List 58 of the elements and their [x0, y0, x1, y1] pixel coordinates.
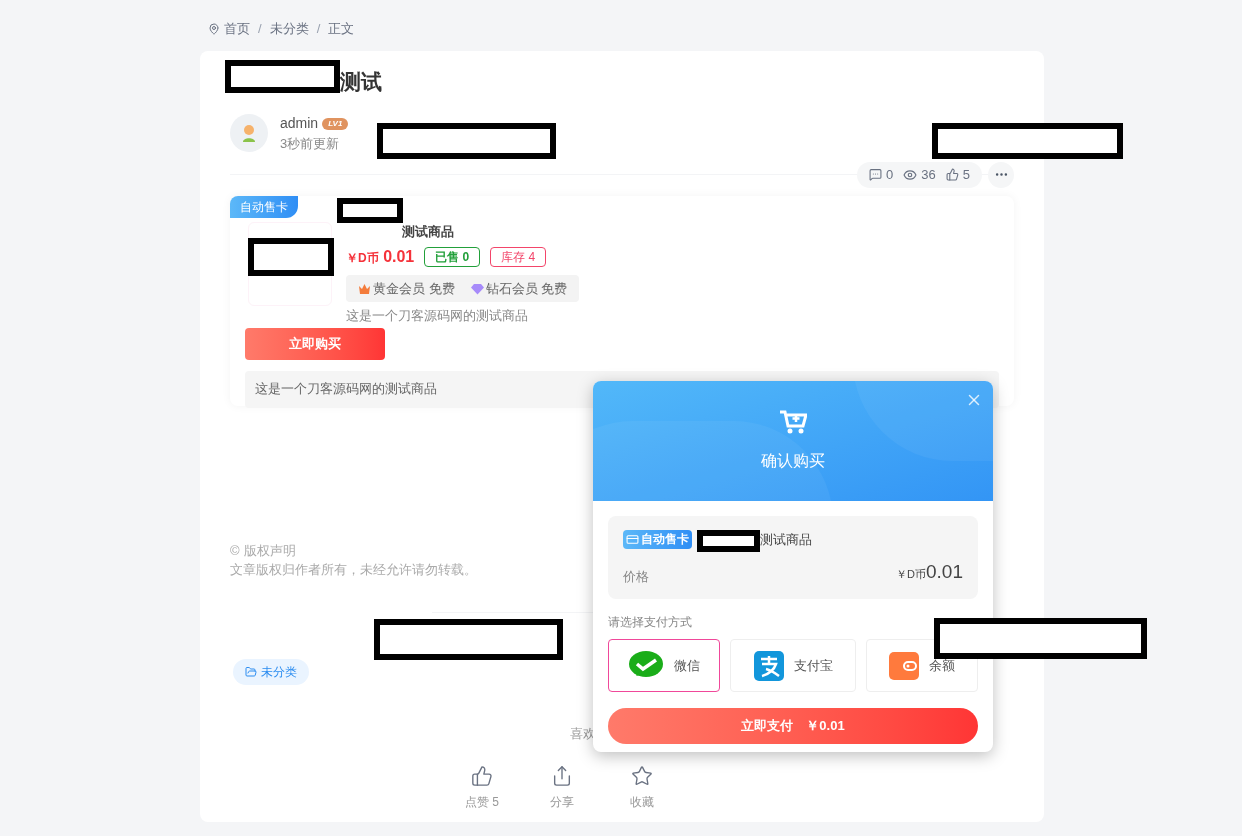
level-badge: LV1: [322, 117, 349, 130]
view-count: 36: [921, 165, 936, 184]
action-button[interactable]: 收藏: [622, 764, 662, 811]
product-name: 测试商品: [760, 531, 812, 549]
price-label: 价格: [623, 567, 649, 586]
payment-prompt: 请选择支付方式: [608, 615, 692, 629]
category-tag[interactable]: 未分类: [233, 658, 309, 685]
action-button[interactable]: 分享: [542, 764, 582, 811]
wallet-icon: [889, 651, 919, 680]
card-icon: [626, 533, 639, 547]
product-price: 0.01: [383, 248, 415, 265]
person-icon: [241, 124, 257, 143]
product-description: 这是一个刀客源码网的测试商品: [255, 380, 437, 399]
breadcrumb-link[interactable]: 首页: [224, 19, 250, 39]
cart-plus-icon: [779, 409, 807, 435]
pay-now-button[interactable]: 立即支付 ￥0.01: [608, 708, 978, 744]
payment-option[interactable]: 支付宝: [730, 639, 856, 692]
more-button[interactable]: [988, 161, 1014, 188]
redaction-box: [337, 198, 403, 223]
diamond-icon: [470, 282, 484, 295]
product-summary: 这是一个刀客源码网的测试商品: [346, 307, 529, 325]
thumbs-up-icon: [945, 168, 959, 181]
product-name: 测试商品: [401, 222, 455, 241]
crown-icon: [358, 282, 371, 295]
copyright-title: 版权声明: [243, 541, 296, 560]
eye-icon: [903, 167, 918, 182]
product-badge: 自动售卡: [230, 195, 298, 218]
copyright-text: 文章版权归作者所有，未经允许请勿转载。: [230, 561, 477, 579]
copyright-icon: ©: [230, 540, 240, 560]
like-count: 5: [962, 165, 970, 184]
share-icon: [551, 764, 573, 787]
update-time: 3秒前更新: [280, 135, 341, 153]
location-pin-icon: [208, 23, 220, 35]
article-title: 测试: [340, 69, 382, 95]
folder-icon: [245, 665, 257, 678]
breadcrumb-link[interactable]: 未分类: [269, 19, 309, 39]
breadcrumb-separator: /: [258, 20, 262, 39]
price-prefix: ￥D币: [346, 251, 379, 265]
payment-option[interactable]: 微信: [608, 639, 720, 692]
breadcrumb-separator: /: [316, 20, 321, 39]
thumbs-up-icon: [471, 764, 493, 787]
breadcrumb-link[interactable]: 正文: [328, 19, 355, 39]
star-icon: [631, 764, 653, 787]
member-price: 钻石会员 免费: [485, 279, 568, 298]
member-price: 黄金会员 免费: [373, 279, 455, 298]
author-name[interactable]: admin: [280, 113, 319, 134]
action-button[interactable]: 点赞 5: [462, 764, 502, 811]
buy-now-button[interactable]: 立即购买: [245, 327, 385, 360]
comment-count: 0: [886, 165, 894, 184]
price-prefix: ￥D币: [896, 567, 926, 580]
alipay-logo-icon: [753, 650, 784, 681]
sold-count: 已售 0: [424, 247, 481, 267]
product-badge: 自动售卡: [623, 530, 692, 550]
dialog-title: 确认购买: [761, 451, 825, 471]
redaction-box: [697, 530, 760, 552]
stock-count: 库存 4: [490, 247, 547, 267]
dialog-price: 0.01: [926, 560, 963, 582]
comment-icon: [869, 168, 883, 181]
